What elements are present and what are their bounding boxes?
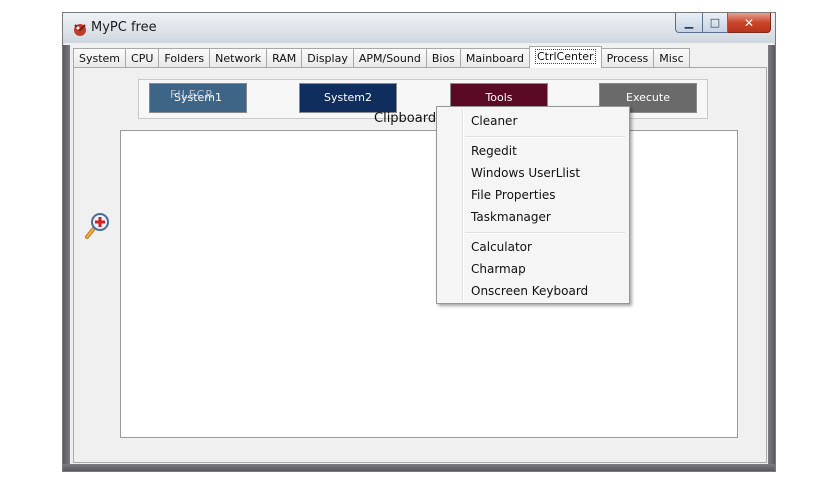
title-bar[interactable]: MyPC free ▁ □ ✕ [63, 13, 775, 43]
menu-item-file-properties[interactable]: File Properties [471, 186, 556, 204]
menu-item-windows-userlist[interactable]: Windows UserLlist [471, 164, 580, 182]
close-icon: ✕ [743, 15, 755, 30]
clipboard-viewer[interactable] [120, 130, 738, 438]
menu-separator [465, 232, 625, 234]
tab-process[interactable]: Process [600, 48, 655, 68]
window-frame-left [63, 45, 70, 471]
tab-folders[interactable]: Folders [158, 48, 211, 68]
menu-item-regedit[interactable]: Regedit [471, 142, 517, 160]
tab-network[interactable]: Network [209, 48, 268, 68]
tab-ctrlcenter[interactable]: CtrlCenter [528, 46, 602, 68]
tab-display[interactable]: Display [301, 48, 354, 68]
menu-item-taskmanager[interactable]: Taskmanager [471, 208, 551, 226]
watermark-text: FILECR [170, 88, 214, 101]
window-frame-bottom [63, 464, 775, 471]
maximize-button[interactable]: □ [703, 13, 728, 33]
mypc-app-icon [74, 24, 86, 36]
system2-button[interactable]: System2 [299, 83, 397, 113]
tab-apm-sound[interactable]: APM/Sound [352, 48, 427, 68]
minimize-button[interactable]: ▁ [675, 13, 703, 33]
window-frame-right [768, 45, 775, 471]
tools-context-menu: Cleaner Regedit Windows UserLlist File P… [436, 106, 630, 304]
menu-icon-gutter [462, 109, 464, 301]
zoom-in-icon[interactable] [84, 212, 110, 240]
close-button[interactable]: ✕ [728, 13, 771, 33]
minimize-icon: ▁ [684, 16, 694, 29]
menu-item-charmap[interactable]: Charmap [471, 260, 526, 278]
window-title: MyPC free [91, 20, 157, 35]
maximize-icon: □ [709, 16, 721, 29]
menu-item-onscreen-keyboard[interactable]: Onscreen Keyboard [471, 282, 588, 300]
tab-strip: System CPU Folders Network RAM Display A… [73, 46, 690, 68]
tab-misc[interactable]: Misc [653, 48, 690, 68]
tab-system[interactable]: System [73, 48, 127, 68]
tab-mainboard[interactable]: Mainboard [459, 48, 530, 68]
tab-ram[interactable]: RAM [266, 48, 303, 68]
tab-bios[interactable]: Bios [425, 48, 461, 68]
tab-cpu[interactable]: CPU [125, 48, 160, 68]
menu-separator [465, 136, 625, 138]
menu-item-calculator[interactable]: Calculator [471, 238, 532, 256]
caption-buttons: ▁ □ ✕ [675, 13, 771, 33]
menu-item-cleaner[interactable]: Cleaner [471, 112, 517, 130]
